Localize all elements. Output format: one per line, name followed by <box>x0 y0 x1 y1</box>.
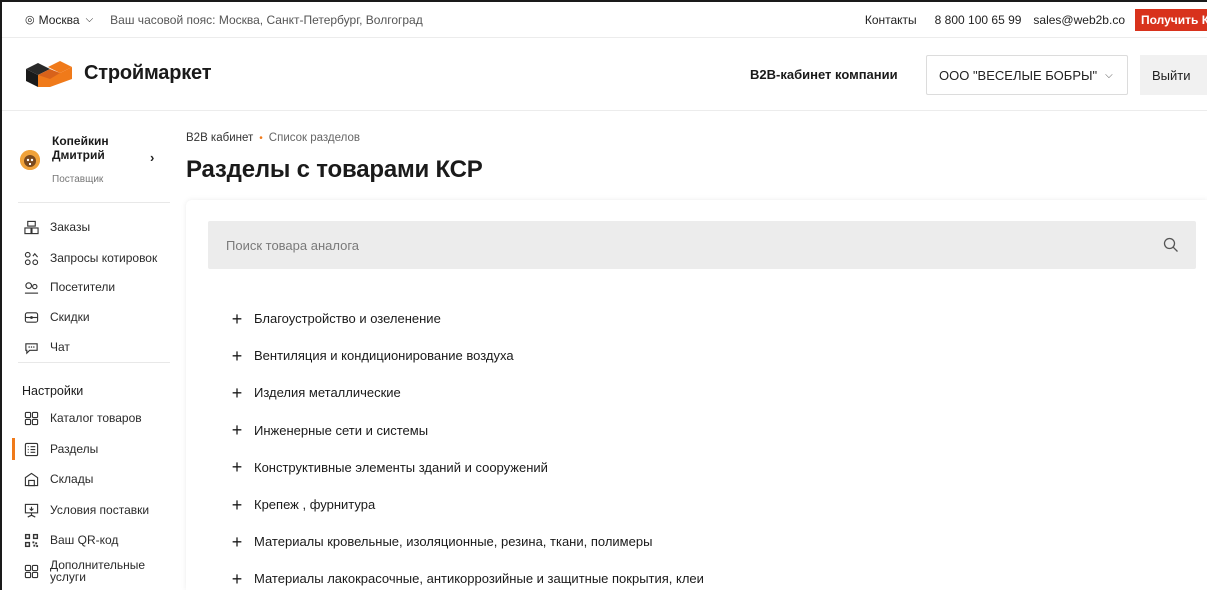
section-item[interactable]: + Конструктивные элементы зданий и соору… <box>230 449 1190 486</box>
logo-icon <box>26 61 72 87</box>
section-label: Материалы лакокрасочные, антикоррозийные… <box>254 571 704 587</box>
search-bar <box>208 221 1196 269</box>
sidebar-item-label: Чат <box>50 340 70 354</box>
sections-card: + Благоустройство и озеленение + Вентиля… <box>186 200 1207 590</box>
page-title: Разделы с товарами КСР <box>186 156 483 183</box>
chat-icon <box>22 338 40 356</box>
expand-plus-icon[interactable]: + <box>230 347 244 365</box>
sidebar-item-discounts[interactable]: Скидки <box>18 306 170 328</box>
sidebar-item-label: Скидки <box>50 310 90 324</box>
section-item[interactable]: + Изделия металлические <box>230 374 1190 411</box>
company-select[interactable]: ООО "ВЕСЕЛЫЕ БОБРЫ" ⌵ <box>926 55 1128 95</box>
sections-icon <box>22 440 40 458</box>
contacts-link[interactable]: Контакты <box>865 13 917 27</box>
expand-plus-icon[interactable]: + <box>230 310 244 328</box>
profile-role: Поставщик <box>52 174 104 185</box>
sidebar: Копейкин Дмитрий Поставщик › Заказы Запр… <box>2 112 170 590</box>
section-item[interactable]: + Вентиляция и кондиционирование воздуха <box>230 337 1190 374</box>
section-label: Крепеж , фурнитура <box>254 497 376 513</box>
sidebar-item-label: Запросы котировок <box>50 251 158 265</box>
sidebar-item-visitors[interactable]: Посетители <box>18 276 170 298</box>
company-select-value: ООО "ВЕСЕЛЫЕ БОБРЫ" <box>939 67 1098 83</box>
section-label: Материалы кровельные, изоляционные, рези… <box>254 534 653 550</box>
sidebar-item-label: Каталог товаров <box>50 411 142 425</box>
sidebar-item-orders[interactable]: Заказы <box>18 216 170 238</box>
catalog-icon <box>22 409 40 427</box>
city-label: Москва <box>38 12 80 27</box>
search-icon[interactable] <box>1162 236 1180 254</box>
section-item[interactable]: + Материалы кровельные, изоляционные, ре… <box>230 523 1190 560</box>
location-pin-icon: ◎ <box>25 14 35 26</box>
section-list: + Благоустройство и озеленение + Вентиля… <box>230 300 1190 590</box>
sidebar-item-label: Посетители <box>50 280 116 294</box>
profile-name: Копейкин Дмитрий <box>52 134 109 162</box>
sidebar-item-label: Ваш QR-код <box>50 533 119 547</box>
expand-plus-icon[interactable]: + <box>230 533 244 551</box>
sidebar-item-label: Дополнительные услуги <box>50 558 145 584</box>
qr-code-icon <box>22 531 40 549</box>
expand-plus-icon[interactable]: + <box>230 458 244 476</box>
sidebar-item-sections[interactable]: Разделы <box>12 438 170 460</box>
expand-plus-icon[interactable]: + <box>230 421 244 439</box>
sidebar-item-label: Склады <box>50 472 94 486</box>
breadcrumb: B2B кабинет • Список разделов <box>186 132 360 144</box>
sidebar-item-label: Условия поставки <box>50 503 150 517</box>
beaver-avatar-icon <box>20 150 40 170</box>
section-item[interactable]: + Материалы лакокрасочные, антикоррозийн… <box>230 560 1190 590</box>
sidebar-divider <box>18 202 170 203</box>
sidebar-item-delivery[interactable]: Условия поставки <box>18 499 170 521</box>
search-input[interactable] <box>208 221 1128 269</box>
visitors-icon <box>22 278 40 296</box>
logo-text: Строймаркет <box>84 61 212 84</box>
warehouse-icon <box>22 470 40 488</box>
quotes-icon <box>22 249 40 267</box>
sidebar-item-label: Заказы <box>50 220 91 234</box>
expand-plus-icon[interactable]: + <box>230 496 244 514</box>
header: Строймаркет B2B-кабинет компании ООО "ВЕ… <box>2 39 1207 111</box>
avatar <box>20 150 40 170</box>
section-label: Конструктивные элементы зданий и сооруже… <box>254 459 548 475</box>
sidebar-item-warehouses[interactable]: Склады <box>18 468 170 490</box>
top-bar: ◎ Москва ⌵ Ваш часовой пояс: Москва, Сан… <box>2 2 1207 38</box>
section-item[interactable]: + Благоустройство и озеленение <box>230 300 1190 337</box>
logout-button[interactable]: Выйти <box>1140 55 1207 95</box>
get-offer-button[interactable]: Получить КП <box>1135 9 1207 31</box>
delivery-icon <box>22 501 40 519</box>
discounts-icon <box>22 308 40 326</box>
email-link[interactable]: sales@web2b.co <box>1033 13 1125 27</box>
expand-plus-icon[interactable]: + <box>230 384 244 402</box>
settings-title: Настройки <box>22 384 84 398</box>
sidebar-item-label: Разделы <box>50 442 99 456</box>
sidebar-item-chat[interactable]: Чат <box>18 336 170 358</box>
section-label: Изделия металлические <box>254 385 401 401</box>
section-item[interactable]: + Инженерные сети и системы <box>230 412 1190 449</box>
sidebar-divider <box>18 362 170 363</box>
breadcrumb-separator: • <box>259 132 263 144</box>
top-bar-right: Контакты 8 800 100 65 99 sales@web2b.co … <box>849 2 1207 38</box>
cabinet-label: B2B-кабинет компании <box>750 67 898 82</box>
timezone-text: Ваш часовой пояс: Москва, Санкт-Петербур… <box>110 12 423 27</box>
chevron-right-icon: › <box>150 150 155 165</box>
chevron-down-icon: ⌵ <box>1105 69 1113 81</box>
active-marker <box>12 438 15 460</box>
sidebar-item-quotes[interactable]: Запросы котировок <box>18 247 170 269</box>
sidebar-item-qr-code[interactable]: Ваш QR-код <box>18 529 170 551</box>
breadcrumb-root-link[interactable]: B2B кабинет <box>186 132 253 144</box>
phone-link[interactable]: 8 800 100 65 99 <box>935 13 1022 27</box>
breadcrumb-current: Список разделов <box>268 132 360 144</box>
section-item[interactable]: + Крепеж , фурнитура <box>230 486 1190 523</box>
section-label: Благоустройство и озеленение <box>254 311 441 327</box>
section-label: Вентиляция и кондиционирование воздуха <box>254 348 514 364</box>
sidebar-item-services[interactable]: Дополнительные услуги <box>18 556 170 586</box>
expand-plus-icon[interactable]: + <box>230 570 244 588</box>
sidebar-item-catalog[interactable]: Каталог товаров <box>18 407 170 429</box>
chevron-down-icon: ⌵ <box>85 14 94 25</box>
user-profile[interactable]: Копейкин Дмитрий Поставщик › <box>18 132 168 192</box>
city-selector[interactable]: ◎ Москва ⌵ <box>25 13 93 27</box>
logo[interactable]: Строймаркет <box>24 57 212 89</box>
section-label: Инженерные сети и системы <box>254 422 429 438</box>
services-icon <box>22 562 40 580</box>
orders-icon <box>22 218 40 236</box>
